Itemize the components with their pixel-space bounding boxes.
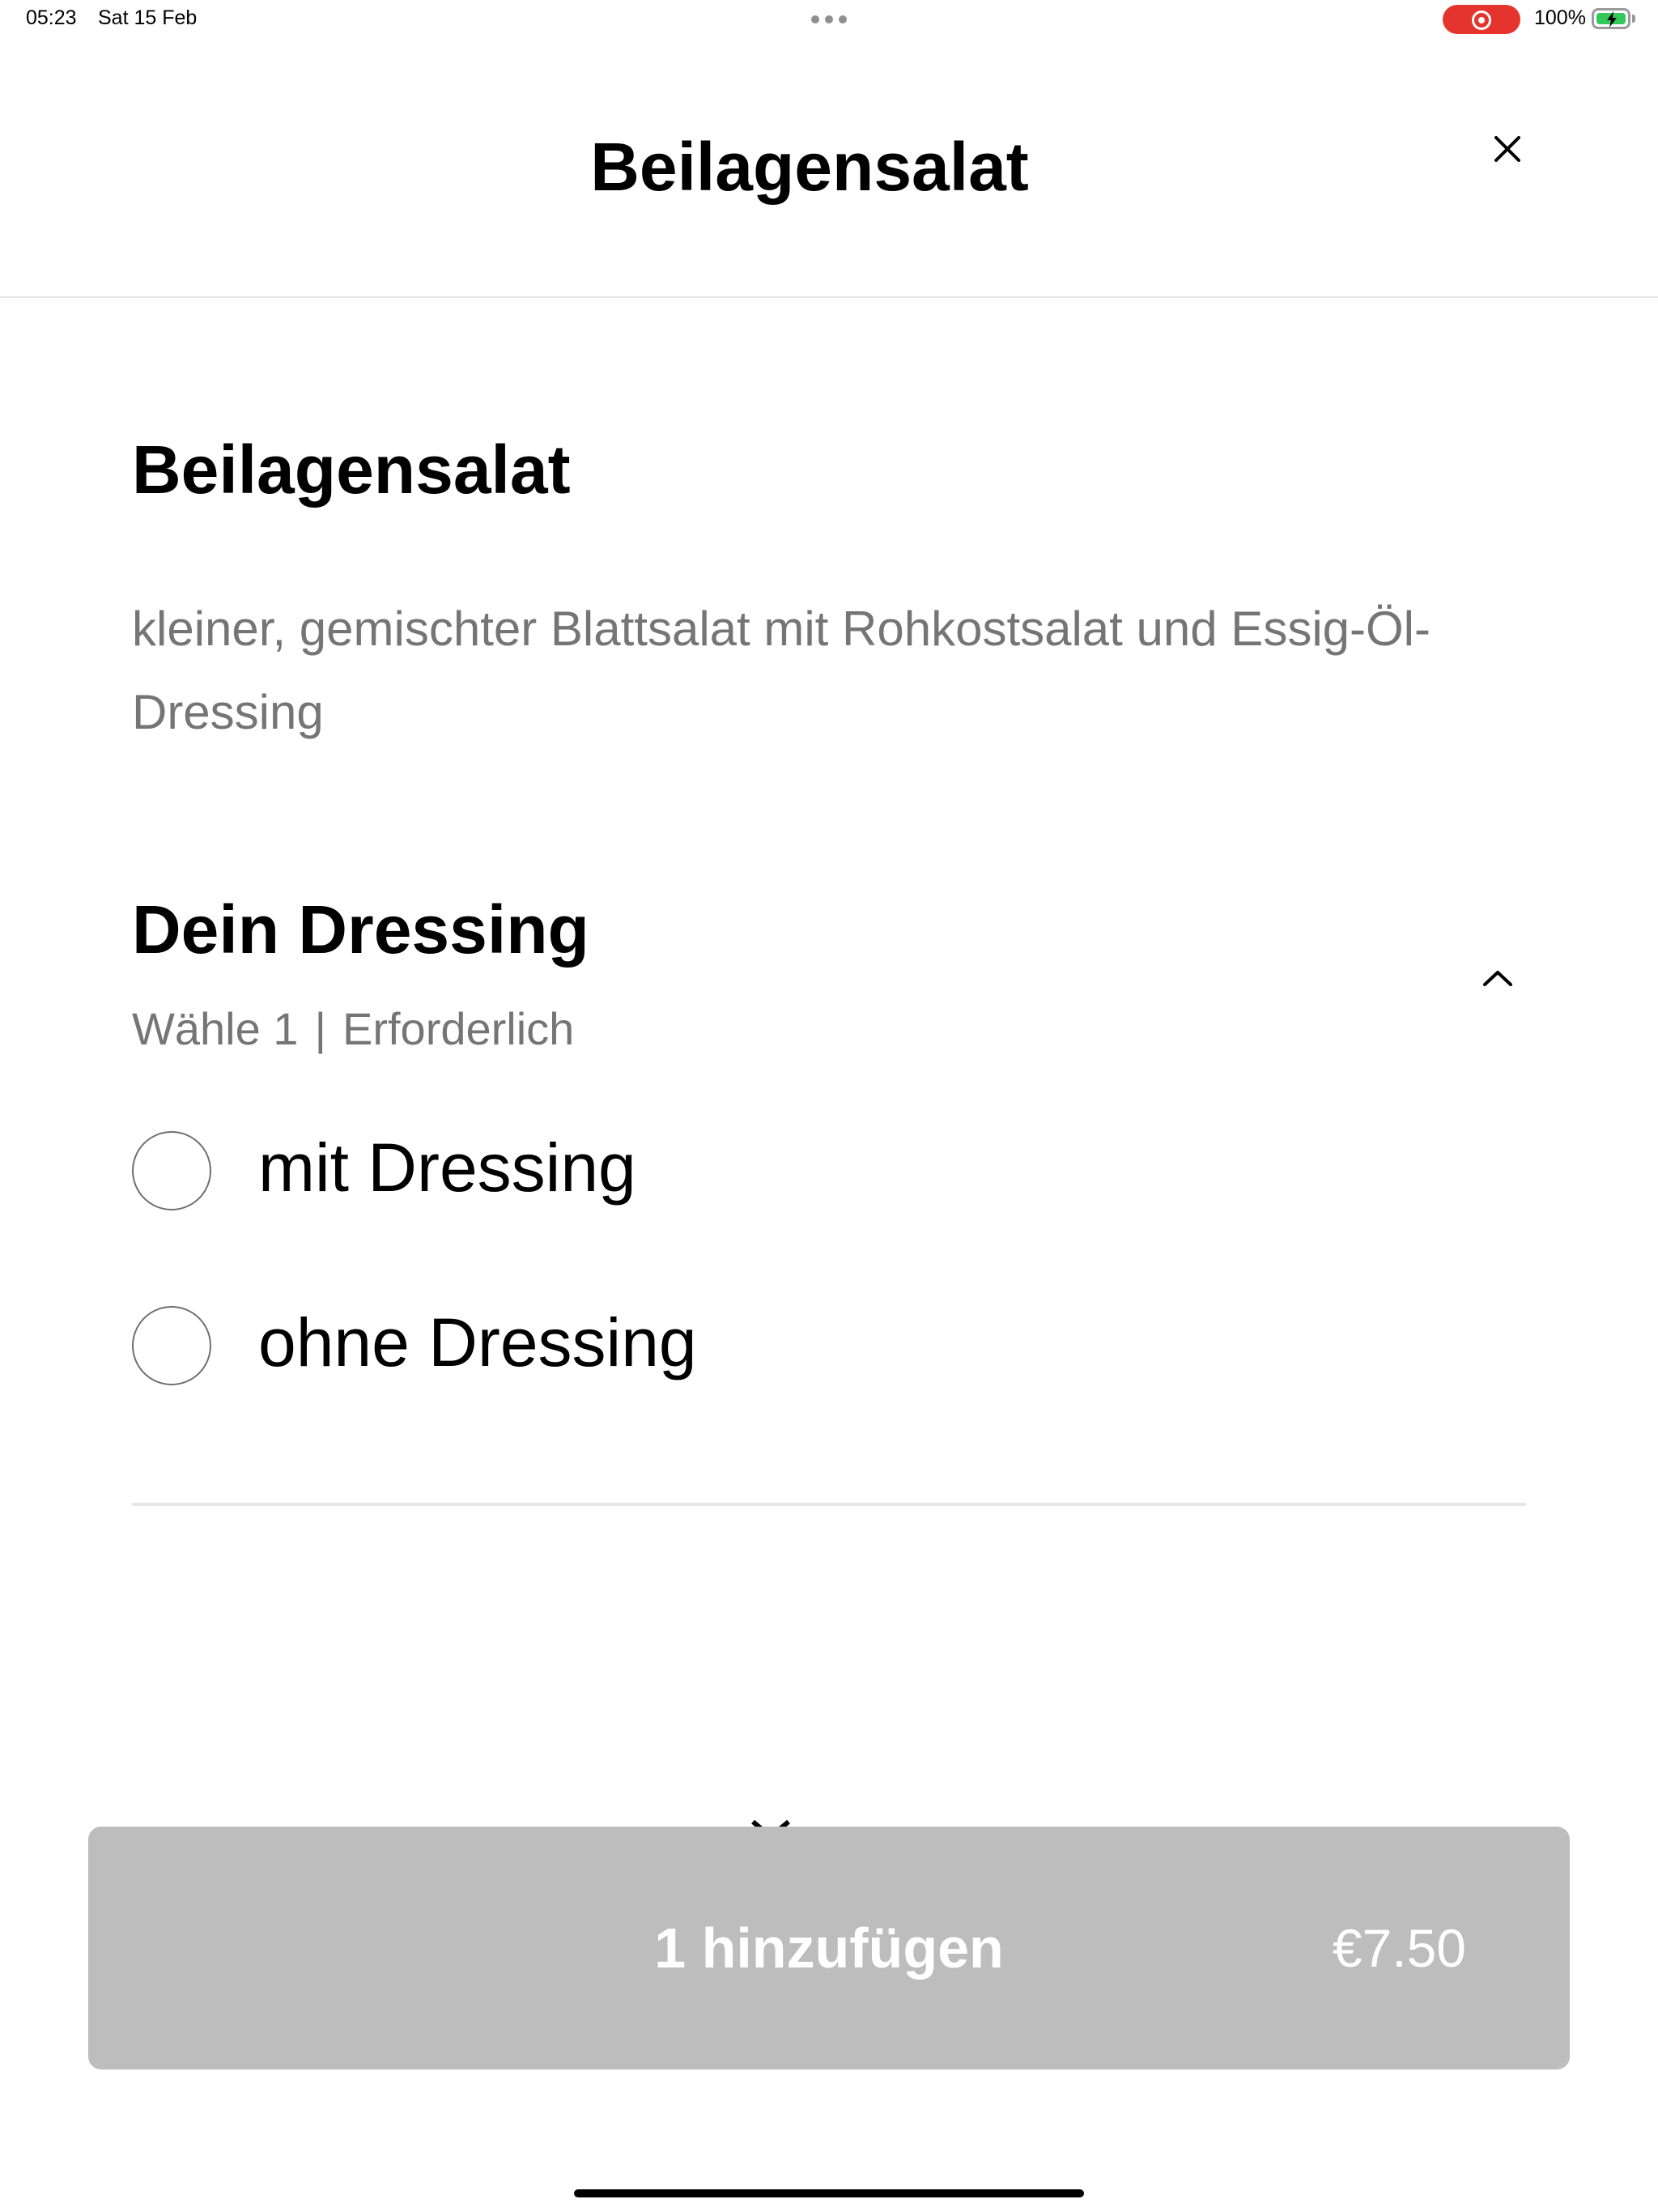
radio-button[interactable] bbox=[132, 1306, 211, 1385]
section-divider bbox=[132, 1503, 1526, 1506]
section-title: Dein Dressing bbox=[132, 891, 589, 968]
chevron-up-icon[interactable] bbox=[1482, 968, 1514, 988]
choose-count-label: Wähle 1 bbox=[132, 1003, 299, 1054]
option-ohne-dressing[interactable]: ohne Dressing bbox=[132, 1302, 1524, 1391]
multitasking-dots-icon[interactable] bbox=[811, 15, 847, 23]
option-label: ohne Dressing bbox=[258, 1304, 697, 1380]
screen-recording-icon bbox=[1443, 5, 1520, 34]
close-icon[interactable] bbox=[1488, 130, 1527, 168]
required-label: Erforderlich bbox=[342, 1003, 575, 1054]
modal-title: Beilagensalat bbox=[590, 129, 1029, 205]
subtitle-separator: | bbox=[314, 1003, 326, 1054]
add-to-cart-button[interactable]: 1 hinzufügen €7.50 bbox=[88, 1827, 1570, 2069]
item-description: kleiner, gemischter Blattsalat mit Rohko… bbox=[132, 602, 1431, 739]
add-button-price: €7.50 bbox=[1332, 1918, 1466, 1978]
status-time: 05:23 bbox=[26, 6, 77, 29]
home-indicator[interactable] bbox=[574, 2189, 1084, 2197]
modal-header: Beilagensalat bbox=[0, 39, 1658, 298]
status-bar: 05:23 Sat 15 Feb 100% bbox=[0, 0, 1658, 39]
battery-percent: 100% bbox=[1534, 6, 1586, 29]
option-label: mit Dressing bbox=[258, 1129, 636, 1206]
battery-charging-icon bbox=[1592, 8, 1630, 29]
option-mit-dressing[interactable]: mit Dressing bbox=[132, 1127, 1524, 1216]
battery-cap bbox=[1632, 15, 1635, 23]
radio-button[interactable] bbox=[132, 1131, 211, 1210]
section-subtitle: Wähle 1 | Erforderlich bbox=[132, 1001, 574, 1057]
item-title: Beilagensalat bbox=[132, 432, 571, 508]
status-date: Sat 15 Feb bbox=[98, 6, 198, 29]
